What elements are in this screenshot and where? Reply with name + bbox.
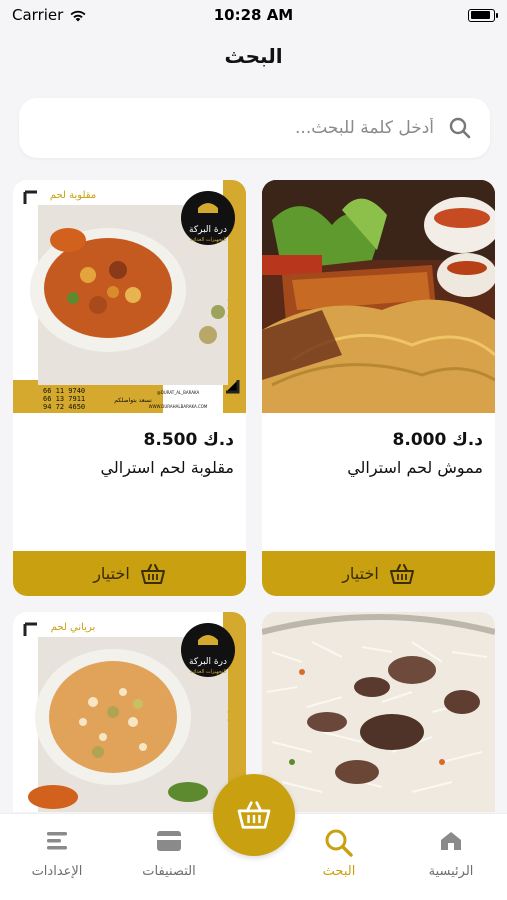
poster-site: WWW.DURAHALBARAKA.COM	[149, 404, 208, 409]
product-card[interactable]: د.ك 8.000 مموش لحم استرالي اختيار	[262, 180, 495, 596]
product-name: مقلوبة لحم استرالي	[100, 458, 234, 477]
brand-subtitle: للتجهيزات الغذائية	[189, 669, 227, 675]
carrier-label: Carrier	[12, 6, 64, 24]
product-card[interactable]: درة البركة للتجهيزات الغذائية برياني لحم	[13, 612, 246, 812]
product-name: مموش لحم استرالي	[347, 458, 483, 477]
search-bar[interactable]	[19, 98, 490, 158]
product-image: درة البركة للتجهيزات الغذائية برياني لحم	[13, 612, 246, 812]
page-title: البحث	[224, 44, 283, 68]
wifi-icon	[70, 10, 86, 21]
battery-level	[470, 11, 490, 19]
poster-phone: 66 11 9740	[43, 387, 85, 395]
product-image	[262, 180, 495, 413]
product-card[interactable]	[262, 612, 495, 812]
select-button-label: اختيار	[93, 564, 130, 583]
home-icon	[441, 832, 461, 850]
brand-title: درة البركة	[189, 225, 227, 235]
product-image: درة البركة للتجهيزات الغذائية مقلوبة لحم…	[13, 180, 246, 413]
tab-search[interactable]: البحث	[294, 828, 384, 879]
tab-settings[interactable]: الإعدادات	[12, 828, 102, 879]
search-icon	[449, 117, 471, 139]
basket-icon	[237, 801, 271, 829]
basket-icon	[389, 563, 414, 584]
product-card[interactable]: درة البركة للتجهيزات الغذائية مقلوبة لحم…	[13, 180, 246, 596]
tab-categories[interactable]: التصنيفات	[124, 828, 214, 879]
search-icon	[325, 829, 353, 857]
tab-search-label: البحث	[322, 864, 356, 879]
select-button[interactable]: اختيار	[13, 551, 246, 596]
status-left: Carrier	[12, 6, 87, 24]
poster-tagline: نسعد بتواصلكم	[114, 397, 152, 404]
poster-tag: برياني لحم	[51, 622, 96, 633]
brand-subtitle: للتجهيزات الغذائية	[189, 237, 227, 243]
select-button[interactable]: اختيار	[262, 551, 495, 596]
poster-handle: @DURAT_AL_BARAKA	[157, 390, 200, 395]
poster-phone: 94 72 4650	[43, 403, 85, 411]
tab-settings-label: الإعدادات	[31, 864, 83, 879]
categories-icon	[157, 831, 181, 851]
settings-icon	[47, 832, 67, 850]
tab-home-label: الرئيسية	[428, 864, 474, 879]
battery-icon	[468, 8, 498, 22]
poster-tag: مقلوبة لحم	[50, 190, 96, 201]
basket-icon	[140, 563, 165, 584]
search-input[interactable]	[54, 118, 434, 138]
product-price: د.ك 8.500	[143, 430, 234, 450]
select-button-label: اختيار	[342, 564, 379, 583]
tab-home[interactable]: الرئيسية	[406, 828, 496, 879]
tab-categories-label: التصنيفات	[142, 864, 196, 879]
brand-title: درة البركة	[189, 657, 227, 667]
poster-phone: 66 13 7911	[43, 395, 85, 403]
product-image	[262, 612, 495, 812]
status-bar: Carrier 10:28 AM	[0, 0, 507, 30]
cart-button[interactable]	[213, 774, 295, 856]
product-price: د.ك 8.000	[392, 430, 483, 450]
